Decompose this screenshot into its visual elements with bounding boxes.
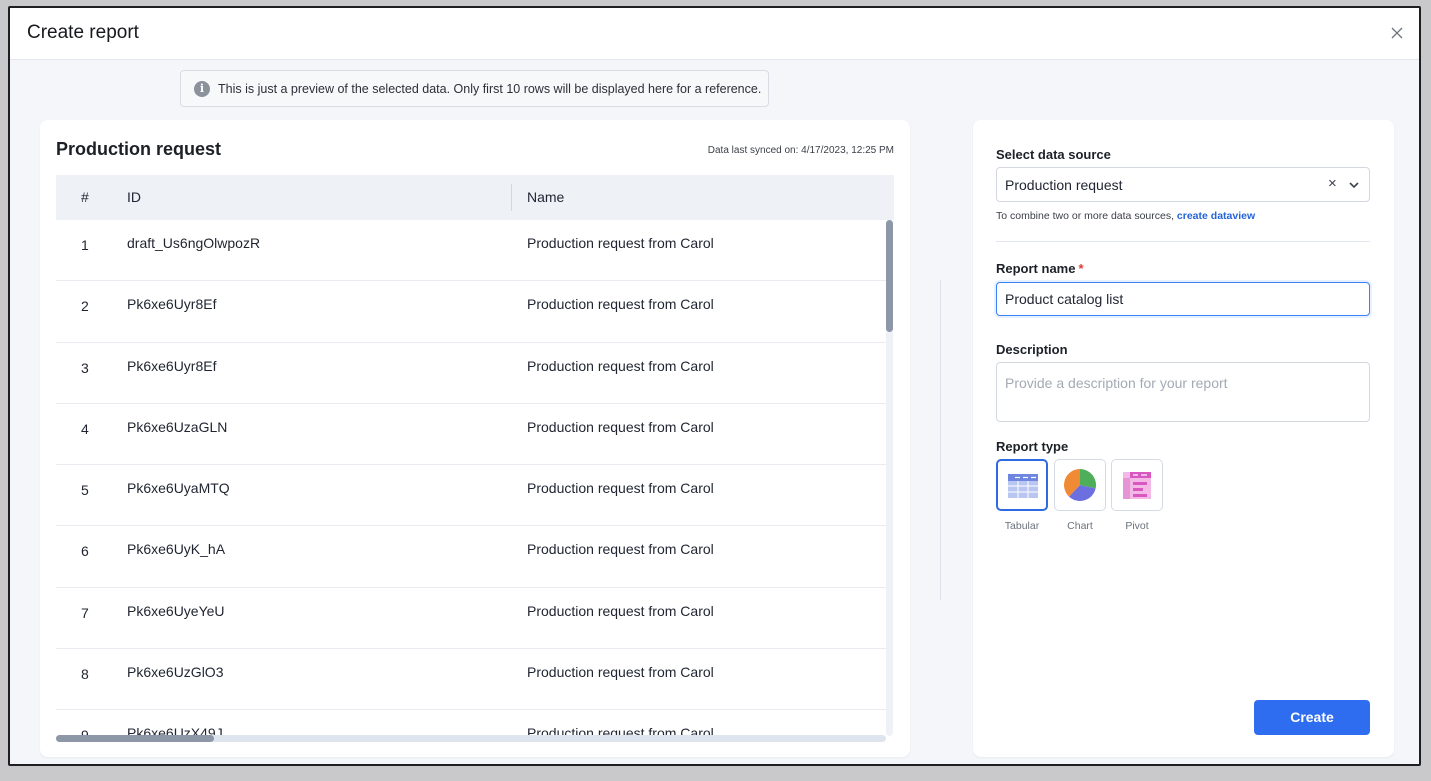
row-number: 4 (81, 420, 89, 437)
table-row: 5 Pk6xe6UyaMTQ Production request from C… (56, 465, 886, 527)
modal-title: Create report (27, 22, 139, 43)
row-id: Pk6xe6Uyr8Ef (127, 357, 217, 374)
column-header-id: ID (127, 189, 141, 205)
row-number: 8 (81, 666, 89, 683)
report-type-chart[interactable] (1054, 459, 1106, 511)
report-name-label-text: Report name (996, 261, 1076, 276)
horizontal-scrollbar[interactable] (56, 735, 886, 742)
table-row: 7 Pk6xe6UyeYeU Production request from C… (56, 588, 886, 650)
preview-table: # ID Name 1 draft_Us6ngOlwpozR Productio… (56, 175, 894, 743)
panel-divider (940, 280, 941, 600)
row-id: Pk6xe6UyaMTQ (127, 480, 230, 497)
row-number: 2 (81, 298, 89, 315)
row-id: Pk6xe6UzaGLN (127, 418, 228, 435)
horizontal-scrollbar-thumb[interactable] (56, 735, 214, 742)
table-row: 1 draft_Us6ngOlwpozR Production request … (56, 220, 886, 282)
create-report-modal: Create report i This is just a preview o… (8, 6, 1421, 766)
modal-header: Create report (10, 8, 1419, 60)
data-source-label: Select data source (996, 147, 1111, 162)
helper-text: To combine two or more data sources, (996, 210, 1177, 222)
section-divider (996, 241, 1370, 242)
row-name: Production request from Carol (527, 296, 714, 313)
notice-text: This is just a preview of the selected d… (218, 81, 762, 96)
row-name: Production request from Carol (527, 541, 714, 558)
row-name: Production request from Carol (527, 602, 714, 619)
preview-card: Production request Data last synced on: … (40, 120, 910, 757)
report-type-label: Report type (996, 439, 1069, 454)
chevron-down-icon[interactable] (1347, 178, 1361, 192)
report-type-pivot[interactable] (1111, 459, 1163, 511)
row-name: Production request from Carol (527, 664, 714, 681)
clear-icon[interactable]: × (1328, 176, 1342, 192)
required-indicator: * (1078, 261, 1084, 276)
row-id: Pk6xe6UzGlO3 (127, 664, 224, 681)
row-id: Pk6xe6UyK_hA (127, 541, 226, 558)
table-body: 1 draft_Us6ngOlwpozR Production request … (56, 220, 886, 743)
report-type-tabular[interactable] (996, 459, 1048, 511)
row-number: 3 (81, 359, 89, 376)
row-number: 1 (81, 237, 89, 253)
row-name: Production request from Carol (527, 418, 714, 435)
row-name: Production request from Carol (527, 235, 714, 251)
table-row: 2 Pk6xe6Uyr8Ef Production request from C… (56, 281, 886, 343)
preview-notice: i This is just a preview of the selected… (180, 70, 769, 107)
column-header-name: Name (527, 189, 565, 205)
report-name-input[interactable]: Product catalog list (996, 282, 1370, 316)
create-dataview-link[interactable]: create dataview (1177, 210, 1255, 222)
row-id: draft_Us6ngOlwpozR (127, 235, 261, 251)
sync-timestamp: Data last synced on: 4/17/2023, 12:25 PM (707, 145, 894, 156)
report-name-label: Report name * (996, 261, 1084, 276)
table-header: # ID Name (56, 175, 894, 220)
description-textarea[interactable]: Provide a description for your report (996, 362, 1370, 422)
data-source-helper: To combine two or more data sources, cre… (996, 210, 1255, 222)
row-number: 6 (81, 543, 89, 560)
data-source-value: Production request (1005, 177, 1123, 193)
row-id: Pk6xe6Uyr8Ef (127, 296, 217, 313)
info-icon: i (194, 80, 210, 97)
row-name: Production request from Carol (527, 357, 714, 374)
row-number: 5 (81, 482, 89, 499)
report-type-chart-label: Chart (1067, 520, 1093, 532)
data-source-select[interactable]: Production request × (996, 167, 1370, 202)
close-icon[interactable] (1389, 25, 1405, 41)
column-resize-handle[interactable] (511, 184, 512, 211)
description-label: Description (996, 342, 1068, 357)
report-type-pivot-label: Pivot (1125, 520, 1149, 532)
create-button[interactable]: Create (1254, 700, 1370, 735)
row-name: Production request from Carol (527, 480, 714, 497)
table-row: 6 Pk6xe6UyK_hA Production request from C… (56, 526, 886, 588)
vertical-scrollbar[interactable] (886, 220, 893, 736)
table-row: 8 Pk6xe6UzGlO3 Production request from C… (56, 649, 886, 711)
column-header-number: # (81, 189, 89, 205)
row-id: Pk6xe6UyeYeU (127, 602, 225, 619)
row-number: 7 (81, 604, 89, 621)
report-type-tabular-label: Tabular (1004, 520, 1040, 532)
table-row: 3 Pk6xe6Uyr8Ef Production request from C… (56, 343, 886, 404)
pie-chart-icon (1064, 469, 1096, 501)
preview-title: Production request (56, 139, 222, 159)
pivot-icon (1123, 472, 1151, 499)
table-row: 4 Pk6xe6UzaGLN Production request from C… (56, 404, 886, 466)
vertical-scrollbar-thumb[interactable] (886, 220, 893, 332)
report-settings-card: Select data source Production request × … (973, 120, 1394, 757)
table-icon (1008, 474, 1038, 498)
